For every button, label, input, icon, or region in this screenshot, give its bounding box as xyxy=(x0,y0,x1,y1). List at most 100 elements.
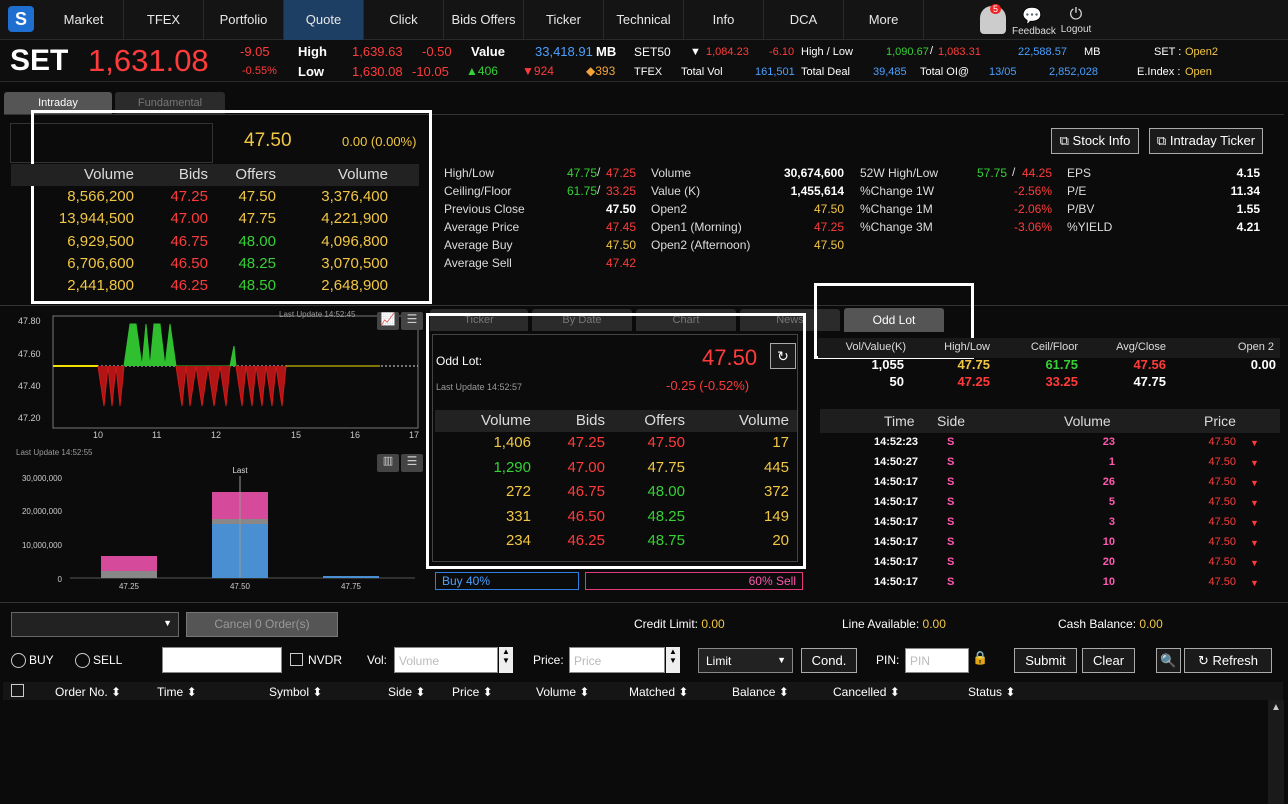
refresh-icon[interactable]: ↻ xyxy=(770,343,796,369)
ticker-time: 14:50:17 xyxy=(874,496,919,508)
refresh-button[interactable]: ↻ Refresh xyxy=(1184,648,1272,673)
sort-icon[interactable]: ⬍ xyxy=(1002,685,1015,699)
odd-lot-change: -0.25 (-0.52%) xyxy=(666,378,750,393)
volume-by-price-chart: 30,000,000 20,000,000 10,000,000 0 47.25 47.5… xyxy=(0,448,425,600)
sort-icon[interactable]: ⬍ xyxy=(675,685,688,699)
index-bar: SET 1,631.08 -9.05 -0.55% High Low 1,639… xyxy=(0,40,1288,82)
dropdown-icon[interactable]: ▼ xyxy=(690,46,701,58)
clear-button[interactable]: Clear xyxy=(1082,648,1135,673)
index-name: SET xyxy=(10,44,69,77)
odd-col-bid-volume: Volume xyxy=(480,412,531,429)
bidoffer-cell: 47.50 xyxy=(238,188,276,205)
order-col-label: Cancelled xyxy=(833,685,887,699)
cancel-orders-button[interactable]: Cancel 0 Order(s) xyxy=(186,612,338,637)
nav-market[interactable]: Market xyxy=(44,0,124,40)
sell-radio[interactable] xyxy=(75,653,90,668)
nav-dca[interactable]: DCA xyxy=(764,0,844,40)
order-col-header[interactable]: Matched ⬍ xyxy=(629,685,688,699)
notification-icon[interactable]: 5 xyxy=(980,4,1006,34)
order-col-header[interactable]: Symbol ⬍ xyxy=(269,685,322,699)
cond-button[interactable]: Cond. xyxy=(801,648,857,673)
price-placeholder: Price xyxy=(574,654,602,668)
order-col-header[interactable]: Volume ⬍ xyxy=(536,685,589,699)
orders-scrollbar[interactable]: ▲ xyxy=(1268,700,1284,804)
bar-chart-icon[interactable]: ▥ xyxy=(377,454,399,472)
bidoffer-cell: 46.75 xyxy=(170,232,208,250)
ticker-price: 47.50 xyxy=(1208,556,1236,568)
buy-radio[interactable] xyxy=(11,653,26,668)
price-input[interactable]: Price xyxy=(569,647,665,673)
stock-info-button[interactable]: ⧉ Stock Info xyxy=(1051,128,1139,154)
y-tick-label: 30,000,000 xyxy=(22,474,63,483)
ticker-time: 14:50:17 xyxy=(874,516,919,528)
volume-stepper[interactable]: ▲ ▼ xyxy=(499,647,513,673)
pin-label: PIN: xyxy=(876,653,900,667)
vol-label: Vol: xyxy=(367,653,388,667)
nav-quote[interactable]: Quote xyxy=(284,0,364,40)
nav-tfex[interactable]: TFEX xyxy=(124,0,204,40)
bidoffer-cell: 47.00 xyxy=(170,210,208,228)
ticker-volume: 20 xyxy=(1102,556,1115,568)
sort-icon[interactable]: ⬍ xyxy=(576,685,589,699)
nav-more[interactable]: More xyxy=(844,0,924,40)
order-col-header[interactable]: Price ⬍ xyxy=(452,685,493,699)
price-stepper[interactable]: ▲ ▼ xyxy=(666,647,680,673)
ticker-col-time: Time xyxy=(884,413,915,429)
sort-icon[interactable]: ⬍ xyxy=(412,685,425,699)
sort-icon[interactable]: ⬍ xyxy=(309,685,322,699)
nvdr-label: NVDR xyxy=(308,653,343,667)
sort-icon[interactable]: ⬍ xyxy=(775,685,789,699)
ticker-side: S xyxy=(947,556,955,568)
list-view-icon[interactable]: ☰ xyxy=(401,454,423,472)
sort-icon[interactable]: ⬍ xyxy=(886,685,900,699)
nav-bids-offers[interactable]: Bids Offers xyxy=(444,0,524,40)
ticker-volume: 26 xyxy=(1102,476,1115,488)
nav-portfolio[interactable]: Portfolio xyxy=(204,0,284,40)
order-col-header[interactable]: Status ⬍ xyxy=(968,685,1015,699)
sort-icon[interactable]: ⬍ xyxy=(108,685,121,699)
index-value: 1,631.08 xyxy=(88,43,209,78)
odd-lot-cell: 47.00 xyxy=(567,458,605,476)
order-col-header[interactable]: Side ⬍ xyxy=(388,685,425,699)
order-col-header[interactable]: Time ⬍ xyxy=(157,685,197,699)
nvdr-checkbox[interactable] xyxy=(290,653,303,666)
nav-ticker[interactable]: Ticker xyxy=(524,0,604,40)
order-col-header[interactable]: Cancelled ⬍ xyxy=(833,685,900,699)
nav-click[interactable]: Click xyxy=(364,0,444,40)
line-chart-update: Last Update 14:52:45 xyxy=(279,310,356,319)
logout-button[interactable]: ⏻ Logout xyxy=(1056,6,1096,35)
sum-h-ac: Avg/Close xyxy=(1116,341,1166,353)
select-all-checkbox[interactable] xyxy=(11,684,24,697)
odd-col-offer-volume: Volume xyxy=(738,412,789,429)
order-col-header[interactable]: Order No. ⬍ xyxy=(55,685,121,699)
line-chart-icon[interactable]: 📈 xyxy=(377,312,399,330)
odd-lot-label: Odd Lot: xyxy=(436,354,483,368)
sort-icon[interactable]: ⬍ xyxy=(479,685,493,699)
down-arrow-icon: ▼ xyxy=(1250,578,1259,588)
ticker-volume: 5 xyxy=(1108,496,1115,508)
nav-technical[interactable]: Technical xyxy=(604,0,684,40)
account-select[interactable]: ▼ xyxy=(11,612,179,637)
submit-button[interactable]: Submit xyxy=(1014,648,1077,673)
y-tick-label: 47.60 xyxy=(18,349,41,359)
sort-icon[interactable]: ⬍ xyxy=(183,685,197,699)
sell-pct-label: 60% Sell xyxy=(748,574,796,588)
odd-lot-cell: 272 xyxy=(505,483,531,500)
volume-input[interactable]: Volume xyxy=(394,647,498,673)
order-type-select[interactable]: Limit ▼ xyxy=(698,648,793,673)
credit-limit-label: Credit Limit: xyxy=(634,617,699,631)
feedback-button[interactable]: 💬 Feedback xyxy=(1012,6,1056,37)
scroll-up-icon[interactable]: ▲ xyxy=(1271,702,1281,713)
ticker-price: 47.50 xyxy=(1208,476,1236,488)
list-view-icon[interactable]: ☰ xyxy=(401,312,423,330)
nav-info[interactable]: Info xyxy=(684,0,764,40)
decline-count: 924 xyxy=(533,64,554,78)
odd-lot-cell: 46.75 xyxy=(567,483,605,500)
pin-input[interactable]: PIN xyxy=(905,648,969,673)
search-icon[interactable]: 🔍 xyxy=(1156,648,1181,673)
set50-change: -6.10 xyxy=(769,46,795,58)
symbol-field[interactable] xyxy=(162,647,282,673)
sum-open2: 0.00 xyxy=(1250,357,1276,372)
order-col-header[interactable]: Balance ⬍ xyxy=(732,685,789,699)
intraday-ticker-button[interactable]: ⧉ Intraday Ticker xyxy=(1149,128,1263,154)
